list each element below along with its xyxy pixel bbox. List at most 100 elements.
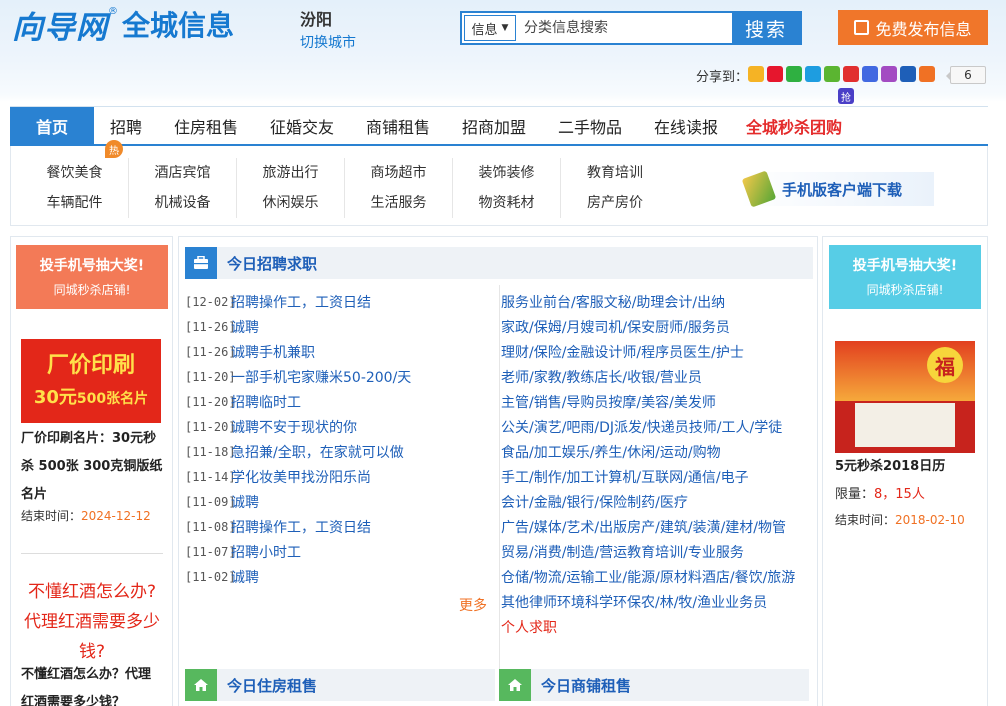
more-icon[interactable] bbox=[919, 66, 935, 82]
job-category-link[interactable]: 主管/销售/导购员按摩/美容/美发师 bbox=[501, 389, 801, 414]
subnav-column: 餐饮美食 车辆配件 bbox=[21, 158, 129, 218]
people-icon[interactable] bbox=[900, 66, 916, 82]
nav-franchise[interactable]: 招商加盟 bbox=[446, 107, 542, 145]
subnav-column: 酒店宾馆 机械设备 bbox=[129, 158, 237, 218]
job-title-link[interactable]: 诚聘 bbox=[231, 492, 259, 512]
calendar-day bbox=[911, 437, 924, 447]
wine-ad-image[interactable]: 不懂红酒怎么办? 代理红酒需要多少钱? bbox=[21, 577, 163, 662]
more-link[interactable]: 更多 bbox=[459, 595, 487, 615]
site-logo[interactable]: 向导网 ® 全城信息 bbox=[12, 4, 234, 46]
job-category-link[interactable]: 仓储/物流/运输工业/能源/原材料酒店/餐饮/旅游 bbox=[501, 564, 801, 589]
nav-housing[interactable]: 住房租售 bbox=[158, 107, 254, 145]
nav-newspaper[interactable]: 在线读报 bbox=[638, 107, 734, 145]
job-category-link[interactable]: 贸易/消费/制造/营运教育培训/专业服务 bbox=[501, 539, 801, 564]
switch-city-link[interactable]: 切换城市 bbox=[300, 32, 356, 52]
qzone-icon[interactable] bbox=[748, 66, 764, 82]
calendar-day bbox=[898, 417, 911, 427]
baidu-icon[interactable] bbox=[862, 66, 878, 82]
job-category-link[interactable]: 手工/制作/加工计算机/互联网/通信/电子 bbox=[501, 464, 801, 489]
job-date: [11-18] bbox=[185, 444, 236, 459]
subnav-link[interactable]: 旅游出行 bbox=[237, 158, 344, 188]
product-title[interactable]: 厂价印刷名片：30元秒杀 500张 300克铜版纸名片 bbox=[21, 425, 163, 509]
product-title[interactable]: 不懂红酒怎么办？代理红酒需要多少钱？ bbox=[21, 661, 163, 706]
print-ad-image[interactable]: 厂价印刷 30元500张名片 bbox=[21, 339, 161, 423]
job-list-item: [11-02] 诚聘 bbox=[185, 564, 495, 589]
search-input[interactable] bbox=[516, 13, 732, 43]
douban-icon[interactable] bbox=[824, 66, 840, 82]
job-title-link[interactable]: 招聘操作工，工资日结 bbox=[231, 292, 371, 312]
job-category-link[interactable]: 老师/家教/教练店长/收银/营业员 bbox=[501, 364, 801, 389]
subnav-link[interactable]: 车辆配件 bbox=[21, 188, 128, 218]
subnav-link[interactable]: 装饰装修 bbox=[453, 158, 560, 188]
job-category-link[interactable]: 广告/媒体/艺术/出版房产/建筑/装潢/建材/物管 bbox=[501, 514, 801, 539]
lottery-promo-banner[interactable]: 投手机号抽大奖! 同城秒杀店铺! bbox=[829, 245, 981, 309]
end-label: 结束时间： bbox=[21, 509, 82, 523]
jobs-section-title[interactable]: 今日招聘求职 bbox=[227, 253, 317, 274]
calendar-day bbox=[872, 417, 885, 427]
job-category-link[interactable]: 服务业前台/客服文秘/助理会计/出纳 bbox=[501, 289, 801, 314]
job-category-link[interactable]: 会计/金融/银行/保险制药/医疗 bbox=[501, 489, 801, 514]
job-category-link[interactable]: 理财/保险/金融设计师/程序员医生/护士 bbox=[501, 339, 801, 364]
job-date: [11-20] bbox=[185, 419, 236, 434]
nav-home[interactable]: 首页 bbox=[10, 107, 94, 145]
nav-shops[interactable]: 商铺租售 bbox=[350, 107, 446, 145]
limit-label: 限量： bbox=[835, 487, 875, 502]
job-title-link[interactable]: 急招兼/全职，在家就可以做 bbox=[231, 442, 404, 462]
job-category-link[interactable]: 公关/演艺/吧雨/DJ派发/快递员技师/工人/学徒 bbox=[501, 414, 801, 439]
search-category-select[interactable]: 信息 ▼ bbox=[464, 15, 516, 41]
job-category-link[interactable]: 食品/加工娱乐/养生/休闲/运动/购物 bbox=[501, 439, 801, 464]
job-title-link[interactable]: 招聘小时工 bbox=[231, 542, 301, 562]
nav-flash-sale[interactable]: 全城秒杀团购 bbox=[734, 107, 854, 145]
nav-dating[interactable]: 征婚交友 bbox=[254, 107, 350, 145]
job-title-link[interactable]: 诚聘手机兼职 bbox=[231, 342, 315, 362]
job-title-link[interactable]: 诚聘 bbox=[231, 567, 259, 587]
tqq-icon[interactable] bbox=[805, 66, 821, 82]
subnav-link[interactable]: 酒店宾馆 bbox=[129, 158, 236, 188]
mobile-download-banner[interactable]: 手机版客户端下载 bbox=[740, 170, 934, 208]
print-ad-qty: 500张名片 bbox=[76, 391, 149, 407]
calendar-grid bbox=[855, 403, 955, 447]
job-title-link[interactable]: 诚聘 bbox=[231, 317, 259, 337]
product-title[interactable]: 5元秒杀2018日历 bbox=[835, 455, 945, 474]
search-button[interactable]: 搜索 bbox=[732, 13, 800, 43]
subnav-link[interactable]: 商场超市 bbox=[345, 158, 452, 188]
job-title-link[interactable]: 招聘临时工 bbox=[231, 392, 301, 412]
job-title-link[interactable]: 诚聘不安于现状的你 bbox=[231, 417, 357, 437]
kaixin-icon[interactable] bbox=[881, 66, 897, 82]
calendar-product-image[interactable]: 福 bbox=[835, 341, 975, 453]
nav-secondhand[interactable]: 二手物品 bbox=[542, 107, 638, 145]
job-list-item: [11-26] 诚聘手机兼职 bbox=[185, 339, 495, 364]
job-category-link[interactable]: 家政/保姆/月嫂司机/保安厨师/服务员 bbox=[501, 314, 801, 339]
subnav-link[interactable]: 物资耗材 bbox=[453, 188, 560, 218]
wechat-icon[interactable] bbox=[786, 66, 802, 82]
calendar-day bbox=[872, 427, 885, 437]
job-date: [11-26] bbox=[185, 319, 236, 334]
calendar-day bbox=[924, 417, 937, 427]
weibo-icon[interactable] bbox=[767, 66, 783, 82]
subnav-link[interactable]: 教育培训 bbox=[561, 158, 669, 188]
job-title-link[interactable]: 学化妆美甲找汾阳乐尚 bbox=[231, 467, 371, 487]
job-category-link[interactable]: 个人求职 bbox=[501, 614, 801, 639]
renren-icon[interactable] bbox=[843, 66, 859, 82]
subnav-link[interactable]: 房产房价 bbox=[561, 188, 669, 218]
share-count[interactable]: 6 bbox=[946, 66, 986, 84]
calendar-day bbox=[911, 417, 924, 427]
housing-section-title[interactable]: 今日住房租售 bbox=[227, 675, 317, 696]
job-title-link[interactable]: 一部手机宅家赚米50-200/天 bbox=[231, 367, 411, 387]
subnav-link[interactable]: 休闲娱乐 bbox=[237, 188, 344, 218]
lottery-promo-banner[interactable]: 投手机号抽大奖! 同城秒杀店铺! bbox=[16, 245, 168, 309]
nav-jobs[interactable]: 招聘 bbox=[94, 107, 158, 145]
publish-button[interactable]: 免费发布信息 bbox=[838, 10, 988, 45]
calendar-day bbox=[924, 427, 937, 437]
housing-section-header: 今日住房租售 bbox=[185, 669, 495, 701]
subnav-link[interactable]: 生活服务 bbox=[345, 188, 452, 218]
mobile-download-label: 手机版客户端下载 bbox=[782, 180, 903, 199]
subnav-link[interactable]: 机械设备 bbox=[129, 188, 236, 218]
subnav-link[interactable]: 餐饮美食 bbox=[21, 158, 128, 188]
job-list-item: [11-14] 学化妆美甲找汾阳乐尚 bbox=[185, 464, 495, 489]
job-category-link[interactable]: 其他律师环境科学环保农/林/牧/渔业业务员 bbox=[501, 589, 801, 614]
shops-section-title[interactable]: 今日商铺租售 bbox=[541, 675, 631, 696]
calendar-day bbox=[911, 427, 924, 437]
wine-ad-line2: 代理红酒需要多少钱? bbox=[24, 612, 160, 662]
job-title-link[interactable]: 招聘操作工，工资日结 bbox=[231, 517, 371, 537]
